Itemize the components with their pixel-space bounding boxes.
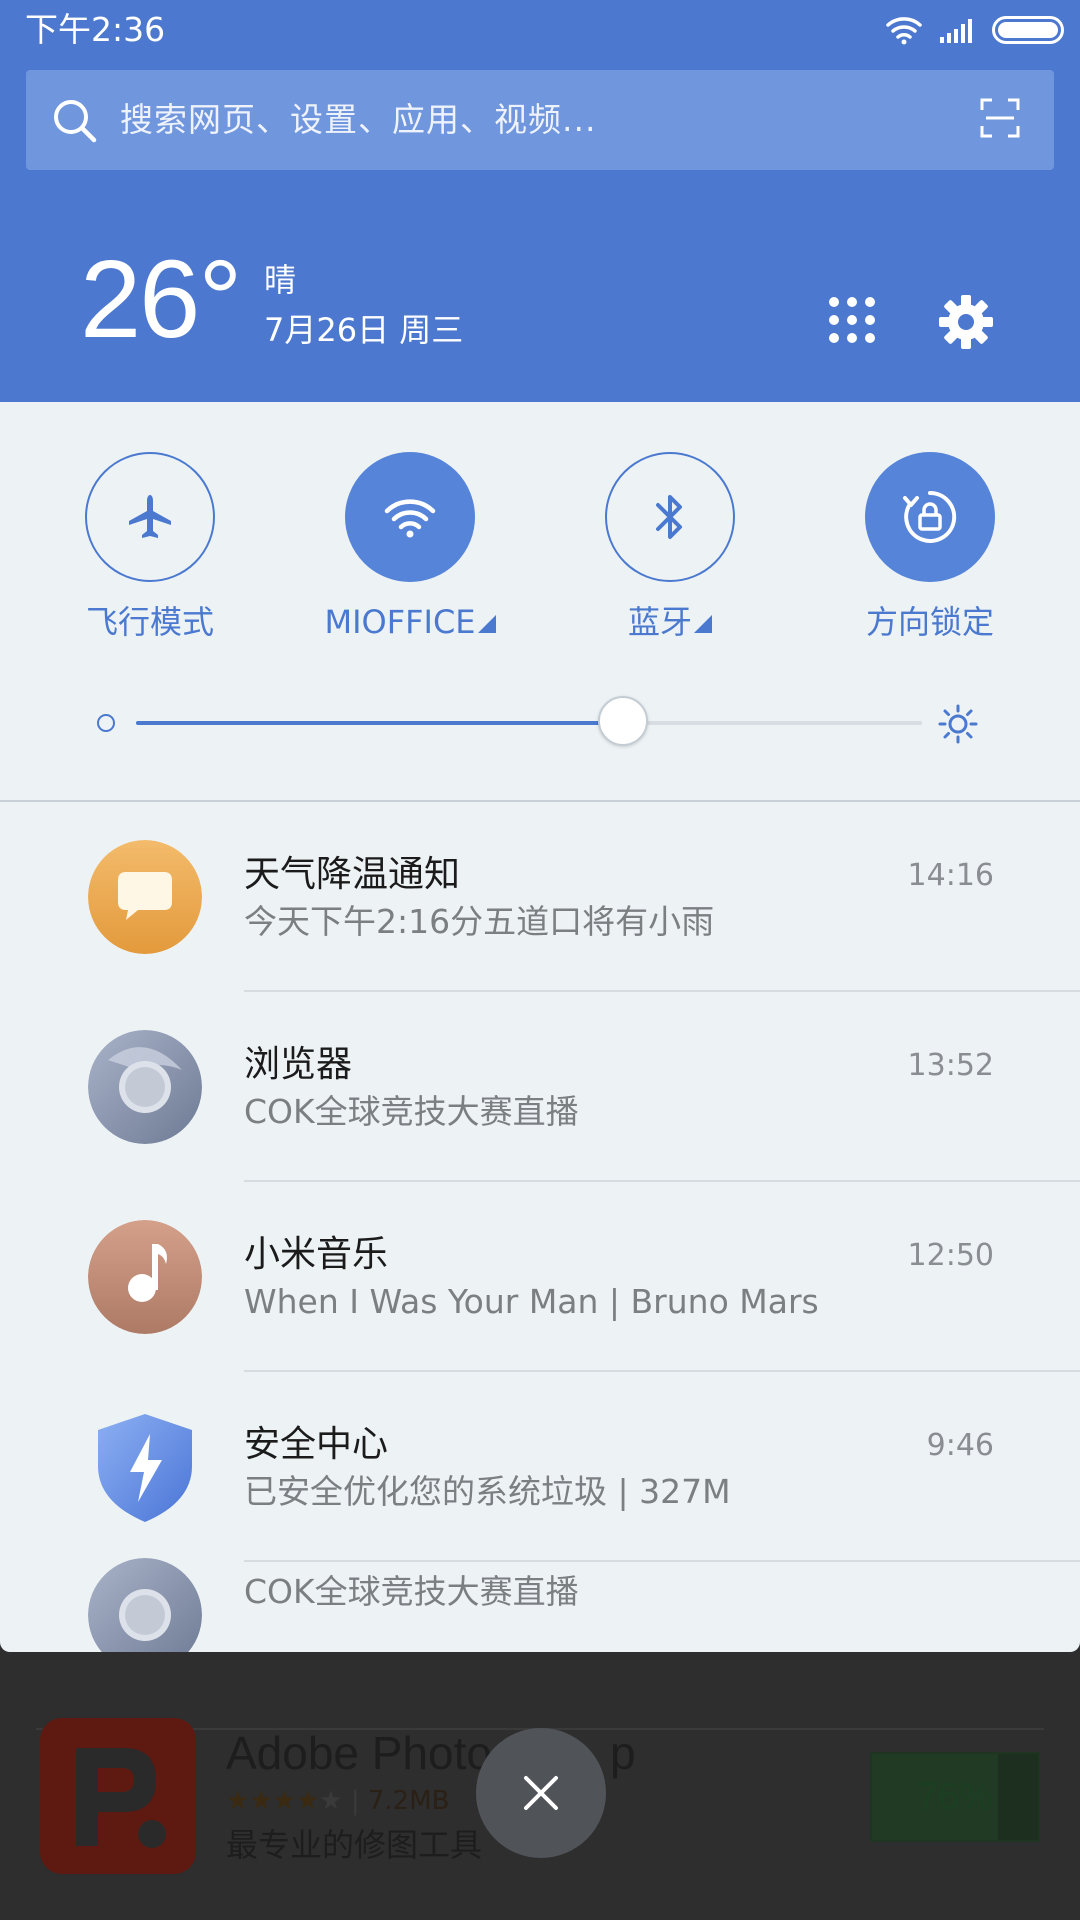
brightness-slider[interactable] [136, 696, 922, 746]
star-filled-icon: ★ [295, 1786, 320, 1816]
close-icon [524, 1776, 558, 1810]
toggle-label: 方向锁定 [865, 603, 994, 641]
notification-time: 13:52 [907, 1048, 994, 1083]
toggle-circle[interactable] [345, 452, 475, 582]
download-progress-text: 76% [916, 1776, 994, 1818]
toggle-rotation-lock[interactable]: 方向锁定 [825, 452, 1035, 644]
notification-time: 14:16 [907, 858, 994, 893]
notification-title: 安全中心 [244, 1424, 389, 1465]
toggle-label: MIOFFICE [305, 600, 515, 644]
brightness-slider-fill [136, 721, 624, 725]
wifi-icon [886, 17, 922, 45]
signal-icon [940, 19, 972, 43]
download-progress-button[interactable]: 76% [870, 1752, 1040, 1842]
toggle-wifi[interactable]: MIOFFICE [305, 452, 515, 644]
browser-icon [88, 1558, 202, 1652]
notification-item[interactable]: 浏览器 COK全球竞技大赛直播 13:52 [0, 992, 1080, 1182]
bluetooth-label: 蓝牙 [627, 603, 692, 641]
brightness-slider-thumb[interactable] [598, 696, 649, 746]
browser-icon [88, 1030, 202, 1144]
notification-text: 今天下午2:16分五道口将有小雨 [244, 902, 715, 941]
rotation-lock-icon [903, 490, 957, 543]
status-time: 下午2:36 [25, 10, 166, 49]
app-name-visible: Adobe Photo [226, 1727, 493, 1779]
expand-triangle-icon [477, 615, 496, 633]
music-icon [88, 1220, 202, 1334]
app-description: 最专业的修图工具 [226, 1826, 483, 1864]
notification-text: COK全球竞技大赛直播 [244, 1092, 579, 1131]
message-icon [88, 840, 202, 954]
close-button[interactable] [476, 1728, 606, 1858]
photoshop-app-icon [40, 1718, 196, 1874]
notification-item[interactable]: 安全中心 已安全优化您的系统垃圾 | 327M 9:46 [0, 1372, 1080, 1562]
notification-text: When I Was Your Man | Bruno Mars [244, 1282, 819, 1321]
date: 7月26日 周三 [264, 311, 464, 349]
temperature: 26° [80, 238, 242, 361]
app-size: 7.2MB [367, 1786, 450, 1816]
apps-grid-icon[interactable] [826, 294, 878, 346]
notification-time: 9:46 [926, 1428, 994, 1463]
notification-text: COK全球竞技大赛直播 [244, 1572, 579, 1611]
toggle-label: 蓝牙 [565, 600, 775, 644]
search-input[interactable]: 搜索网页、设置、应用、视频... [120, 70, 596, 170]
notification-time: 12:50 [907, 1238, 994, 1273]
notification-title: 天气降温通知 [244, 854, 461, 895]
battery-icon [992, 16, 1064, 44]
security-icon [88, 1410, 202, 1524]
toggle-circle[interactable] [605, 452, 735, 582]
brightness-low-icon [97, 714, 115, 732]
toggle-circle[interactable] [865, 452, 995, 582]
gear-icon[interactable] [938, 294, 994, 350]
notification-list: 天气降温通知 今天下午2:16分五道口将有小雨 14:16 浏览器 COK全球竞… [0, 802, 1080, 1652]
toggle-label: 飞行模式 [85, 603, 214, 641]
notification-item[interactable]: COK全球竞技大赛直播 [0, 1558, 1080, 1652]
bluetooth-icon [656, 495, 682, 539]
toggle-circle[interactable] [85, 452, 215, 582]
rating-stars: ★★★★★ [226, 1786, 343, 1816]
star-filled-icon: ★ [272, 1786, 296, 1816]
notification-item[interactable]: 小米音乐 When I Was Your Man | Bruno Mars 12… [0, 1182, 1080, 1372]
notification-text: 已安全优化您的系统垃圾 | 327M [244, 1472, 731, 1511]
airplane-icon [129, 495, 171, 538]
status-icons [884, 12, 1064, 48]
search-icon [54, 100, 97, 143]
brightness-high-icon [938, 704, 978, 744]
scan-icon[interactable] [980, 98, 1020, 138]
wifi-icon [384, 499, 436, 538]
notification-title: 浏览器 [244, 1044, 353, 1085]
toggle-airplane-mode[interactable]: 飞行模式 [45, 452, 255, 644]
app-name-tail: p [610, 1727, 636, 1779]
notification-title: 小米音乐 [244, 1234, 389, 1275]
notification-item[interactable]: 天气降温通知 今天下午2:16分五道口将有小雨 14:16 [0, 802, 1080, 992]
star-filled-icon: ★ [226, 1786, 250, 1816]
app-meta: ★★★★★ | 7.2MB [226, 1786, 450, 1816]
star-empty-icon: ★ [319, 1786, 343, 1816]
header: 下午2:36 搜索网页、设置、应用、视频... 26° 晴 7月26日 周三 [0, 0, 1080, 402]
quick-settings-panel: 飞行模式 MIOFFICE 蓝牙 方向锁定 [0, 402, 1080, 802]
toggle-bluetooth[interactable]: 蓝牙 [565, 452, 775, 644]
search-bar[interactable]: 搜索网页、设置、应用、视频... [26, 70, 1054, 170]
star-filled-icon: ★ [249, 1786, 273, 1816]
expand-triangle-icon [694, 615, 712, 633]
weather-condition: 晴 [264, 261, 297, 299]
wifi-network-name: MIOFFICE [324, 603, 476, 641]
